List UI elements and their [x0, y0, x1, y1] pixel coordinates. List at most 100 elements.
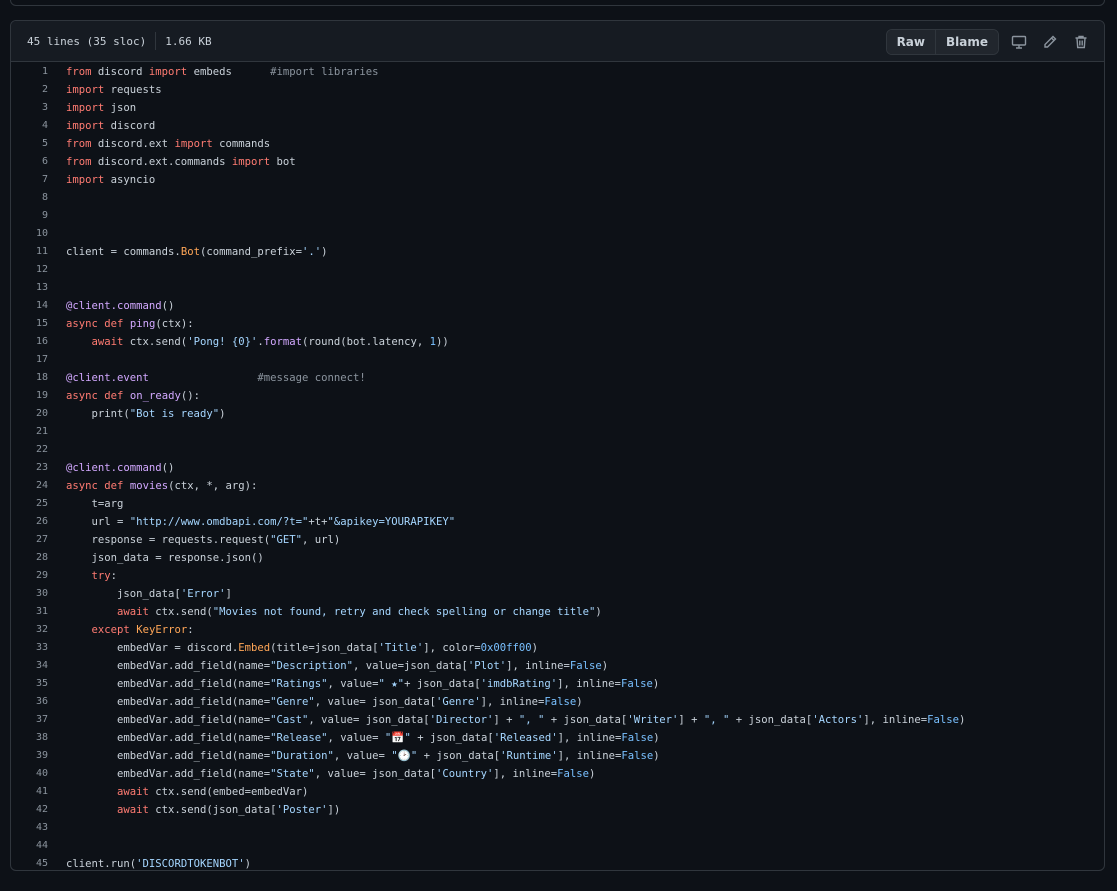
- line-number[interactable]: 16: [11, 333, 66, 351]
- line-number[interactable]: 14: [11, 297, 66, 315]
- line-number[interactable]: 43: [11, 819, 66, 837]
- code-line: 14 @client.command(): [11, 297, 1104, 315]
- code-line: 5 from discord.ext import commands: [11, 135, 1104, 153]
- line-number[interactable]: 29: [11, 567, 66, 585]
- code-line: 45 client.run('DISCORDTOKENBOT'): [11, 855, 1104, 870]
- line-number[interactable]: 17: [11, 351, 66, 369]
- code-line: 13: [11, 279, 1104, 297]
- line-number[interactable]: 42: [11, 801, 66, 819]
- previous-panel-edge: [10, 0, 1105, 6]
- code-line: 38 embedVar.add_field(name="Release", va…: [11, 729, 1104, 747]
- line-number[interactable]: 40: [11, 765, 66, 783]
- code-line: 8: [11, 189, 1104, 207]
- code-line: 35 embedVar.add_field(name="Ratings", va…: [11, 675, 1104, 693]
- code-line: 6 from discord.ext.commands import bot: [11, 153, 1104, 171]
- line-code: embedVar.add_field(name="Cast", value= j…: [66, 714, 966, 726]
- line-code: embedVar.add_field(name="Duration", valu…: [66, 750, 660, 762]
- raw-button[interactable]: Raw: [886, 30, 935, 54]
- line-number[interactable]: 33: [11, 639, 66, 657]
- line-code: json_data['Error']: [66, 588, 232, 600]
- line-code: @client.command(): [66, 300, 175, 312]
- line-number[interactable]: 27: [11, 531, 66, 549]
- line-code: await ctx.send(json_data['Poster']): [117, 804, 341, 816]
- line-number[interactable]: 45: [11, 855, 66, 870]
- line-number[interactable]: 6: [11, 153, 66, 171]
- line-code: embedVar.add_field(name="State", value= …: [66, 768, 596, 780]
- line-number[interactable]: 28: [11, 549, 66, 567]
- code-line: 28 json_data = response.json(): [11, 549, 1104, 567]
- line-number[interactable]: 9: [11, 207, 66, 225]
- code-line: 30 json_data['Error']: [11, 585, 1104, 603]
- line-number[interactable]: 39: [11, 747, 66, 765]
- line-code: from discord.ext import commands: [66, 138, 271, 150]
- line-number[interactable]: 37: [11, 711, 66, 729]
- line-number[interactable]: 18: [11, 369, 66, 387]
- line-number[interactable]: 23: [11, 459, 66, 477]
- line-code: import json: [66, 102, 137, 114]
- code-line: 41 await ctx.send(embed=embedVar): [11, 783, 1104, 801]
- line-number[interactable]: 5: [11, 135, 66, 153]
- code-line: 3 import json: [11, 99, 1104, 117]
- line-number[interactable]: 44: [11, 837, 66, 855]
- code-line: 1 from discord import embeds #import libr…: [11, 63, 1104, 81]
- code-line: 36 embedVar.add_field(name="Genre", valu…: [11, 693, 1104, 711]
- divider: [155, 32, 157, 50]
- file-info: 45 lines (35 sloc) 1.66 KB: [27, 32, 212, 50]
- code-line: 2 import requests: [11, 81, 1104, 99]
- line-code: import asyncio: [66, 174, 156, 186]
- line-code: await ctx.send('Pong! {0}'.format(round(…: [91, 336, 449, 348]
- desktop-icon[interactable]: [1008, 31, 1030, 53]
- line-number[interactable]: 7: [11, 171, 66, 189]
- file-size: 1.66 KB: [165, 34, 212, 48]
- code-line: 33 embedVar = discord.Embed(title=json_d…: [11, 639, 1104, 657]
- line-number[interactable]: 3: [11, 99, 66, 117]
- line-code: async def on_ready():: [66, 390, 200, 402]
- line-code: print("Bot is ready"): [66, 408, 226, 420]
- line-number[interactable]: 15: [11, 315, 66, 333]
- line-number[interactable]: 30: [11, 585, 66, 603]
- file-viewer: 45 lines (35 sloc) 1.66 KB Raw Blame 1 f…: [10, 20, 1105, 871]
- line-number[interactable]: 8: [11, 189, 66, 207]
- view-button-group: Raw Blame: [885, 29, 999, 55]
- line-number[interactable]: 41: [11, 783, 66, 801]
- code-line: 9: [11, 207, 1104, 225]
- line-code: embedVar.add_field(name="Ratings", value…: [66, 678, 660, 690]
- code-line: 32 except KeyError:: [11, 621, 1104, 639]
- blame-button[interactable]: Blame: [935, 30, 998, 54]
- trash-icon[interactable]: [1070, 31, 1092, 53]
- line-code: json_data = response.json(): [66, 552, 264, 564]
- line-number[interactable]: 11: [11, 243, 66, 261]
- line-number[interactable]: 34: [11, 657, 66, 675]
- line-code: import requests: [66, 84, 162, 96]
- code-line: 27 response = requests.request("GET", ur…: [11, 531, 1104, 549]
- line-number[interactable]: 4: [11, 117, 66, 135]
- line-code: @client.event #message connect!: [66, 372, 366, 384]
- line-number[interactable]: 2: [11, 81, 66, 99]
- line-number[interactable]: 32: [11, 621, 66, 639]
- line-number[interactable]: 35: [11, 675, 66, 693]
- line-code: client = commands.Bot(command_prefix='.'…: [66, 246, 328, 258]
- line-number[interactable]: 12: [11, 261, 66, 279]
- code-view: 1 from discord import embeds #import libr…: [11, 62, 1104, 870]
- line-number[interactable]: 20: [11, 405, 66, 423]
- code-line: 4 import discord: [11, 117, 1104, 135]
- line-number[interactable]: 21: [11, 423, 66, 441]
- line-number[interactable]: 19: [11, 387, 66, 405]
- line-code: response = requests.request("GET", url): [66, 534, 341, 546]
- line-number[interactable]: 36: [11, 693, 66, 711]
- line-number[interactable]: 22: [11, 441, 66, 459]
- line-number[interactable]: 26: [11, 513, 66, 531]
- code-line: 17: [11, 351, 1104, 369]
- line-number[interactable]: 10: [11, 225, 66, 243]
- line-number[interactable]: 1: [11, 63, 66, 81]
- line-code: embedVar.add_field(name="Genre", value= …: [66, 696, 583, 708]
- line-number[interactable]: 25: [11, 495, 66, 513]
- line-number[interactable]: 24: [11, 477, 66, 495]
- line-number[interactable]: 31: [11, 603, 66, 621]
- line-number[interactable]: 13: [11, 279, 66, 297]
- line-number[interactable]: 38: [11, 729, 66, 747]
- code-line: 44: [11, 837, 1104, 855]
- line-code: except KeyError:: [91, 624, 194, 636]
- line-code: from discord import embeds #import libra…: [66, 66, 379, 78]
- pencil-icon[interactable]: [1039, 31, 1061, 53]
